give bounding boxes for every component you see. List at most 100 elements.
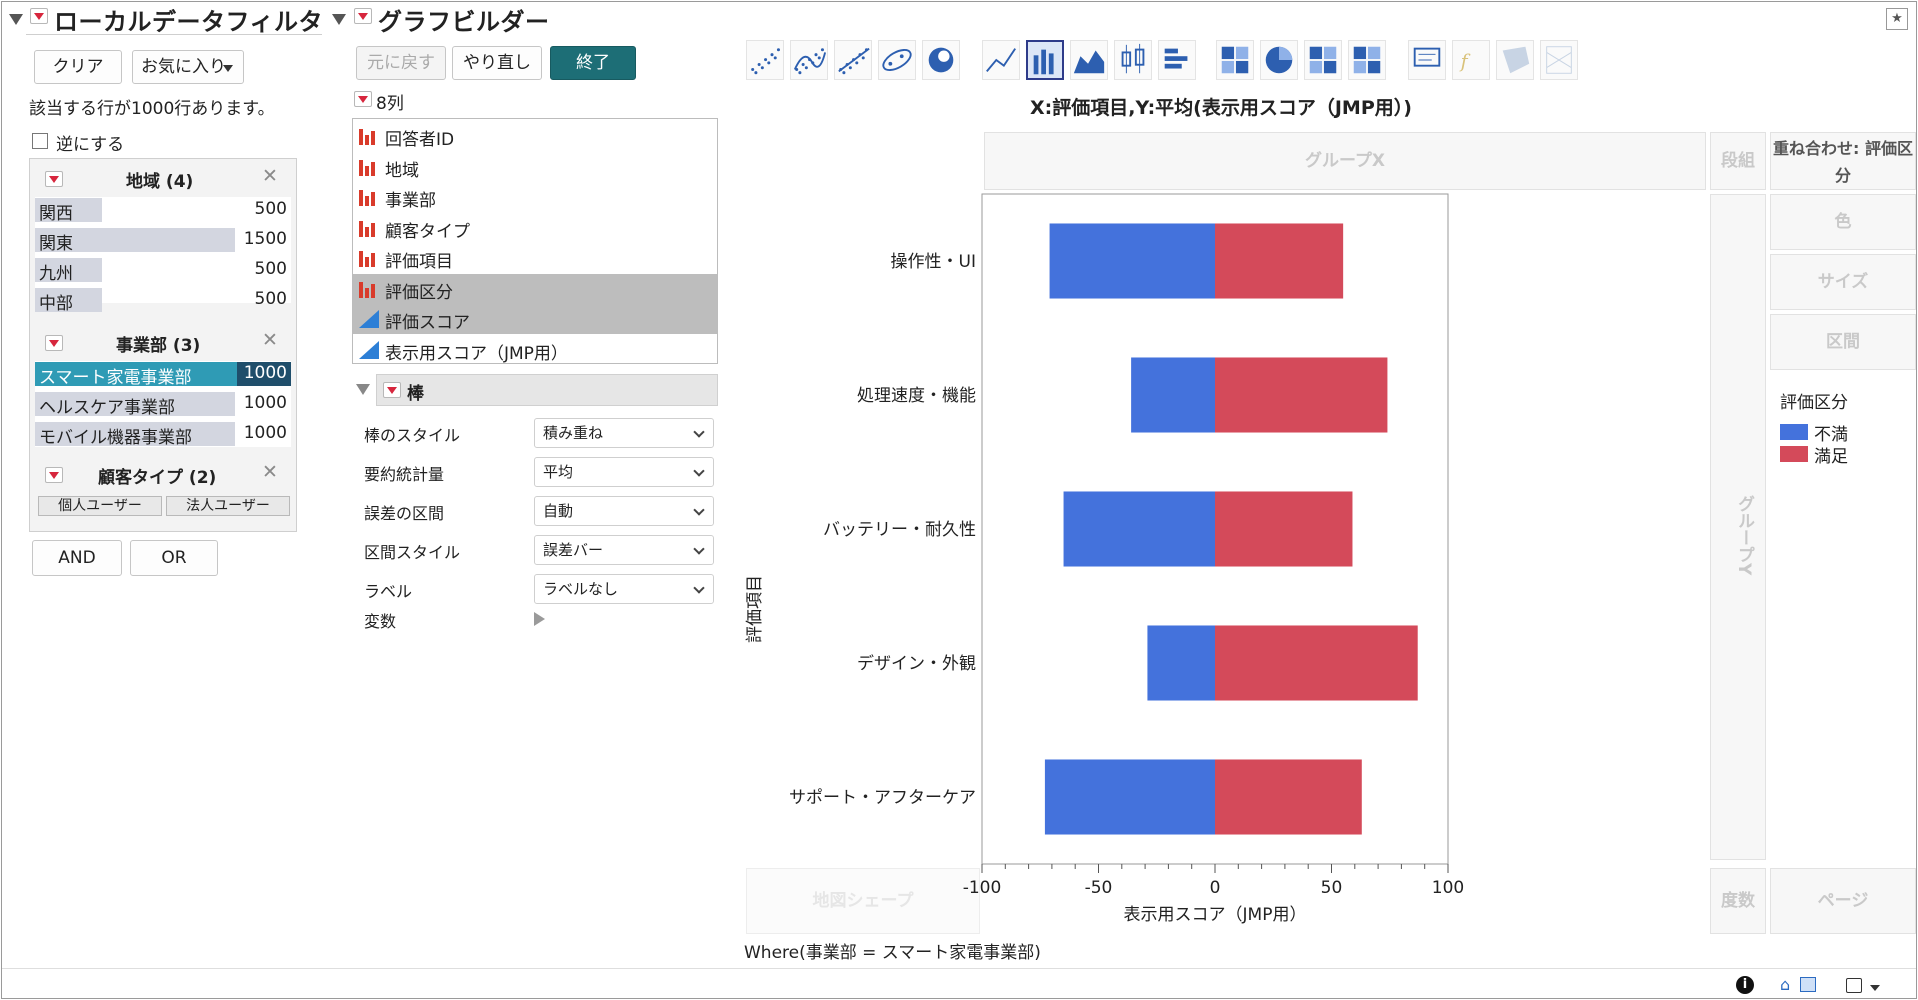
chevron-down-icon — [693, 543, 705, 555]
column-item[interactable]: 評価スコア — [353, 304, 717, 334]
pin-icon[interactable]: ★ — [1886, 8, 1908, 30]
box-plot-element-icon[interactable] — [1114, 40, 1152, 80]
x-axis-label: 表示用スコア（JMP用） — [1124, 905, 1307, 925]
bar-element-menu[interactable] — [383, 382, 401, 398]
builder-red-triangle-menu[interactable] — [354, 8, 372, 24]
division-item-mobile[interactable]: モバイル機器事業部 1000 — [35, 421, 291, 448]
interval-drop-zone[interactable]: 区間 — [1770, 314, 1916, 370]
filter-red-triangle-menu[interactable] — [30, 8, 48, 24]
pie-element-icon[interactable] — [1260, 40, 1298, 80]
column-item[interactable]: 評価区分 — [353, 273, 717, 304]
column-item[interactable]: 評価項目 — [353, 243, 717, 273]
favorites-dropdown[interactable]: お気に入り — [132, 50, 244, 84]
where-clause: Where(事業部 = スマート家電事業部) — [744, 943, 1041, 963]
invert-checkbox[interactable] — [32, 133, 48, 149]
chevron-down-icon — [693, 426, 705, 438]
builder-collapse-toggle[interactable] — [332, 10, 346, 29]
size-drop-zone[interactable]: サイズ — [1770, 254, 1916, 310]
caption-box-element-icon[interactable] — [1408, 40, 1446, 80]
division-group-menu[interactable] — [45, 335, 63, 351]
ellipse-element-icon[interactable] — [878, 40, 916, 80]
builder-title: グラフビルダー — [378, 8, 550, 36]
region-list: 関西 500 関東 1500 九州 500 中部 500 — [35, 197, 291, 314]
window-icon[interactable] — [1846, 978, 1862, 993]
histogram-element-icon[interactable] — [1158, 40, 1196, 80]
property-select[interactable]: 平均 — [534, 457, 714, 487]
region-group-title: 地域 (4) — [126, 172, 194, 192]
bar-element-title: 棒 — [407, 384, 424, 404]
y-category-label: バッテリー・耐久性 — [823, 520, 976, 540]
y-category-label: 処理速度・機能 — [857, 386, 976, 406]
customer-type-corporate-button[interactable]: 法人ユーザー — [166, 496, 290, 516]
group-x-drop-zone[interactable]: グループX — [984, 132, 1706, 190]
division-item-healthcare[interactable]: ヘルスケア事業部 1000 — [35, 391, 291, 418]
treemap-element-icon[interactable] — [1304, 40, 1342, 80]
wrap-drop-zone[interactable]: 段組 — [1710, 132, 1766, 190]
grid-view-icon[interactable] — [1800, 977, 1816, 992]
customer-type-group-menu[interactable] — [45, 467, 63, 483]
customer-type-individual-button[interactable]: 個人ユーザー — [38, 496, 162, 516]
division-item-smart-home[interactable]: スマート家電事業部 1000 — [35, 361, 291, 388]
column-item[interactable]: 地域 — [353, 152, 717, 182]
region-item-kansai[interactable]: 関西 500 — [35, 197, 291, 224]
overlay-drop-zone[interactable]: 重ね合わせ: 評価区分 — [1770, 132, 1916, 190]
column-name: 回答者ID — [385, 130, 455, 150]
y-axis-label: 評価項目 — [745, 575, 765, 643]
bar-element-collapse-toggle[interactable] — [356, 380, 370, 399]
region-item-kyushu[interactable]: 九州 500 — [35, 257, 291, 284]
home-icon[interactable]: ⌂ — [1780, 975, 1790, 994]
filter-collapse-toggle[interactable] — [9, 10, 23, 29]
undo-button[interactable]: 元に戻す — [356, 46, 446, 80]
column-item[interactable]: 顧客タイプ — [353, 213, 717, 243]
division-item-count: 1000 — [243, 393, 287, 413]
clear-button[interactable]: クリア — [34, 50, 122, 84]
or-button[interactable]: OR — [130, 540, 218, 576]
property-select[interactable]: 積み重ね — [534, 418, 714, 448]
contour-element-icon[interactable] — [922, 40, 960, 80]
matching-rows-text: 該当する行が1000行あります。 — [29, 99, 275, 119]
done-button[interactable]: 終了 — [550, 46, 636, 80]
region-item-label: 関東 — [39, 234, 73, 254]
legend-swatch-satisfied — [1780, 446, 1808, 462]
line-element-icon[interactable] — [982, 40, 1020, 80]
region-group-close-icon[interactable]: ✕ — [262, 165, 278, 187]
region-item-chubu[interactable]: 中部 500 — [35, 287, 291, 314]
redo-button[interactable]: やり直し — [452, 46, 542, 80]
region-item-kanto[interactable]: 関東 1500 — [35, 227, 291, 254]
division-group-close-icon[interactable]: ✕ — [262, 329, 278, 351]
property-select[interactable]: ラベルなし — [534, 574, 714, 604]
column-item[interactable]: 回答者ID — [353, 121, 717, 151]
column-item[interactable]: 表示用スコア（JMP用） — [353, 335, 717, 365]
group-y-drop-zone[interactable]: グループY — [1710, 194, 1766, 860]
division-item-count: 1000 — [243, 423, 287, 443]
page-drop-zone[interactable]: ページ — [1770, 868, 1916, 934]
color-drop-zone[interactable]: 色 — [1770, 194, 1916, 250]
property-select[interactable]: 誤差バー — [534, 535, 714, 565]
property-select[interactable]: 自動 — [534, 496, 714, 526]
parallel-element-icon[interactable] — [1540, 40, 1578, 80]
continuous-column-icon — [359, 310, 379, 328]
points-element-icon[interactable] — [746, 40, 784, 80]
heatmap-element-icon[interactable] — [1216, 40, 1254, 80]
columns-menu[interactable] — [354, 91, 372, 107]
y-category-label: デザイン・外観 — [857, 653, 976, 674]
filter-groups-panel: 地域 (4) ✕ 関西 500 関東 1500 九州 500 中部 500 事業部 (3… — [29, 158, 297, 532]
bar-dissatisfied — [1049, 223, 1215, 299]
area-element-icon[interactable] — [1070, 40, 1108, 80]
line-of-fit-element-icon[interactable] — [834, 40, 872, 80]
variables-expand-icon[interactable] — [534, 612, 545, 626]
mosaic-element-icon[interactable] — [1348, 40, 1386, 80]
chevron-down-icon[interactable] — [1870, 985, 1880, 991]
property-label: 要約統計量 — [364, 465, 445, 484]
map-shapes-element-icon[interactable] — [1496, 40, 1534, 80]
customer-type-group-close-icon[interactable]: ✕ — [262, 461, 278, 483]
region-group-menu[interactable] — [45, 171, 63, 187]
info-icon[interactable]: i — [1736, 976, 1754, 994]
bar-element-icon[interactable] — [1026, 40, 1064, 80]
freq-drop-zone[interactable]: 度数 — [1710, 868, 1766, 934]
formula-element-icon[interactable]: f — [1452, 40, 1490, 80]
region-item-count: 500 — [254, 289, 287, 309]
column-item[interactable]: 事業部 — [353, 182, 717, 212]
smoother-element-icon[interactable] — [790, 40, 828, 80]
and-button[interactable]: AND — [32, 540, 122, 576]
